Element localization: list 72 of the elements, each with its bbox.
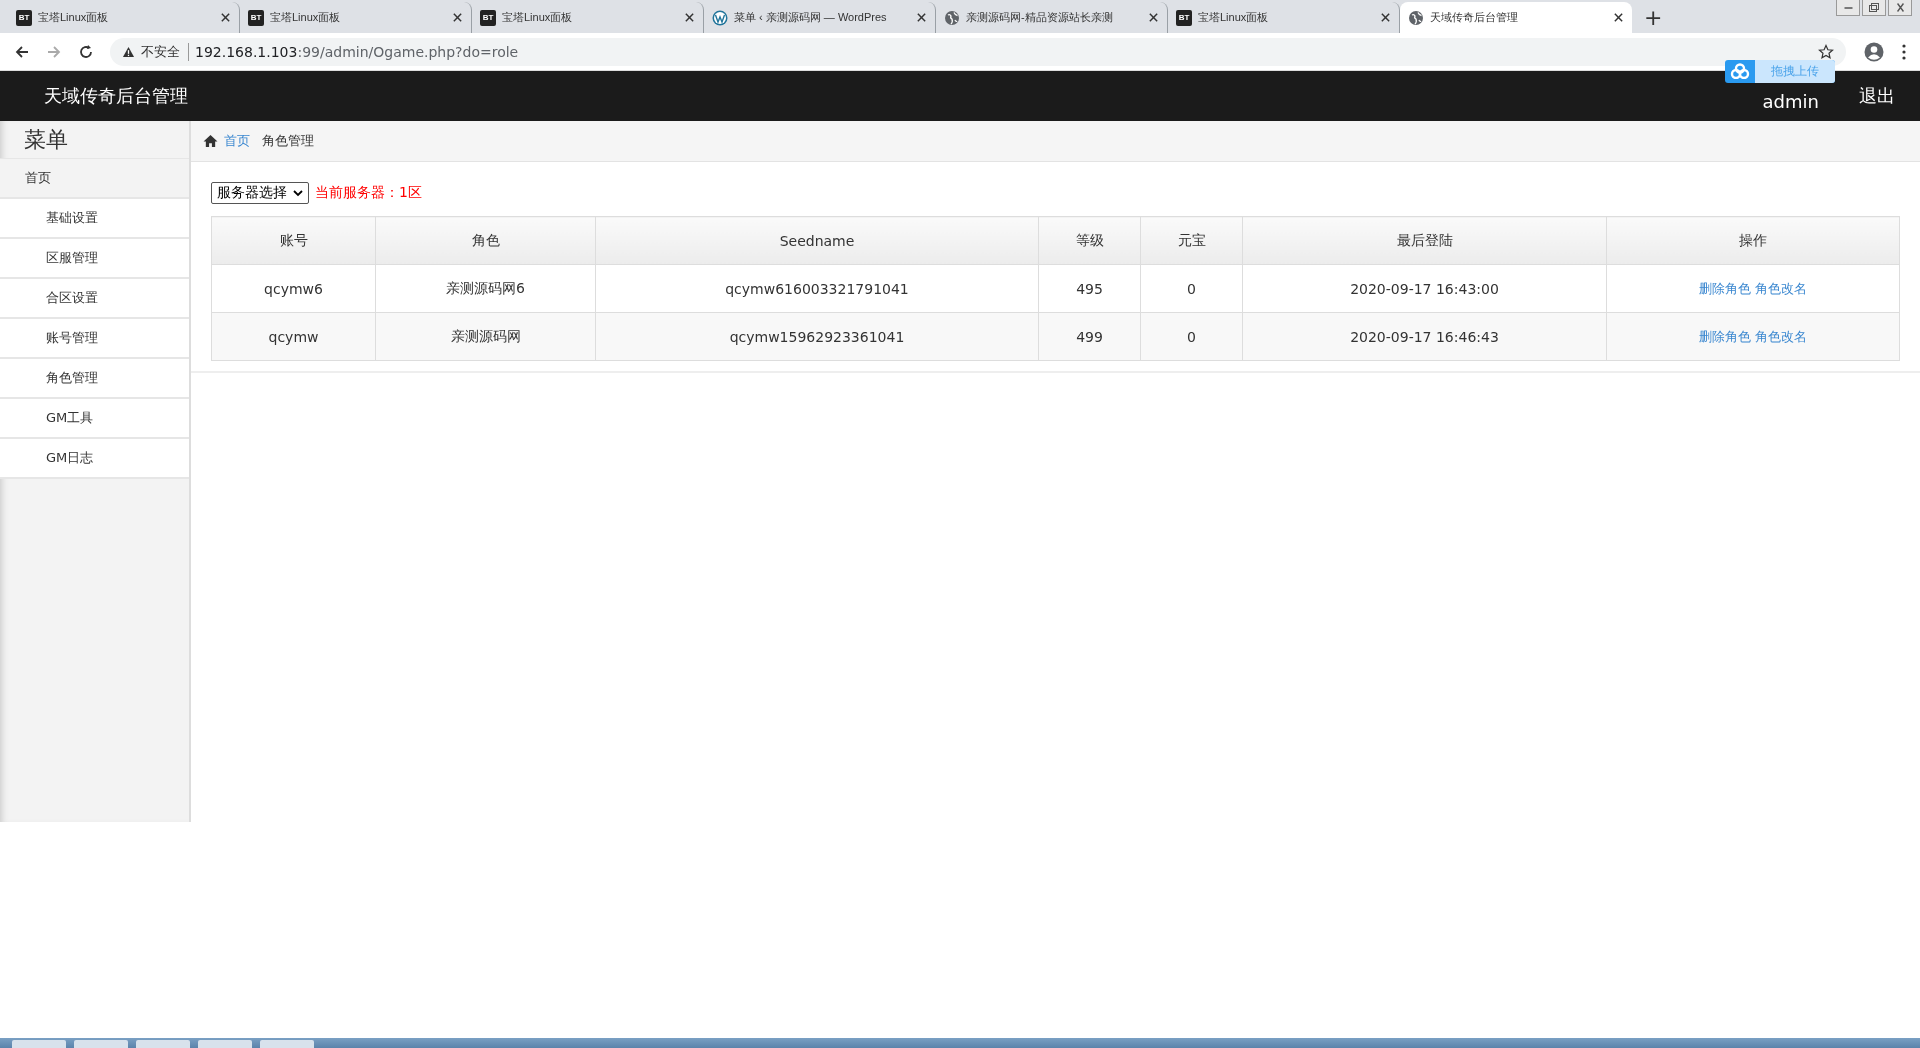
star-icon: [1818, 43, 1834, 60]
table-cell: 亲测源码网6: [375, 264, 596, 313]
table-cell: qcymw6: [211, 264, 376, 313]
table-cell: 495: [1038, 264, 1141, 313]
favicon-badge: BT: [1176, 9, 1192, 26]
action-link[interactable]: 角色改名: [1755, 280, 1807, 296]
address-field[interactable]: 不安全 192.168.1.103:99/admin/Ogame.php?do=role: [110, 37, 1846, 66]
wordpress-logo-icon: [712, 9, 728, 26]
close-icon: [220, 12, 231, 23]
site-title: 天域传奇后台管理: [44, 84, 188, 108]
sidebar-item[interactable]: 区服管理: [0, 239, 189, 279]
column-header: 角色: [375, 216, 596, 265]
action-link[interactable]: 角色改名: [1755, 328, 1807, 344]
breadcrumb-link[interactable]: 首页: [224, 132, 250, 150]
forward-icon[interactable]: [46, 43, 62, 60]
close-icon: [452, 12, 463, 23]
home-icon: [203, 134, 218, 148]
table-cell: qcymw: [211, 312, 376, 361]
minimize-icon: [1843, 6, 1853, 9]
caret-icon: [293, 189, 303, 197]
warning-icon: [122, 45, 135, 58]
table-cell: 2020-09-17 16:43:00: [1242, 264, 1607, 313]
sidebar-item[interactable]: 基础设置: [0, 199, 189, 239]
globe-icon: [944, 9, 960, 26]
restore-icon: [1869, 3, 1879, 12]
close-icon: [1896, 3, 1904, 12]
favicon-badge: BT: [248, 9, 264, 26]
restore-button[interactable]: [1862, 0, 1886, 16]
sidebar-item[interactable]: 账号管理: [0, 319, 189, 359]
table-cell: 0: [1140, 264, 1243, 313]
current-server-text: 当前服务器：1区: [315, 184, 422, 202]
column-header: 操作: [1606, 216, 1900, 265]
table-cell: 2020-09-17 16:46:43: [1242, 312, 1607, 361]
sidebar-item[interactable]: 合区设置: [0, 279, 189, 319]
close-icon: [1148, 12, 1159, 23]
favicon-badge: BT: [16, 9, 32, 26]
action-link[interactable]: 删除角色: [1699, 280, 1751, 296]
table-cell: 0: [1140, 312, 1243, 361]
column-header: Seedname: [595, 216, 1039, 265]
minimize-button[interactable]: [1836, 0, 1860, 16]
browser-tab[interactable]: 天域传奇后台管理: [1400, 2, 1632, 33]
column-header: 最后登陆: [1242, 216, 1607, 265]
logout-link[interactable]: 退出: [1859, 84, 1895, 108]
back-icon[interactable]: [14, 43, 30, 60]
close-icon: [916, 12, 927, 23]
close-icon: [1613, 12, 1624, 23]
reload-icon[interactable]: [78, 43, 94, 60]
favicon-badge: BT: [480, 9, 496, 26]
account-icon: [1864, 41, 1884, 62]
column-header: 账号: [211, 216, 376, 265]
action-link[interactable]: 删除角色: [1699, 328, 1751, 344]
table-cell: qcymw15962923361041: [595, 312, 1039, 361]
breadcrumb-current: 角色管理: [262, 132, 314, 150]
security-label: 不安全: [141, 42, 189, 61]
server-select[interactable]: 服务器选择: [211, 182, 309, 204]
more-menu-icon: [1902, 43, 1906, 60]
table-cell: 499: [1038, 312, 1141, 361]
sidebar-item[interactable]: GM日志: [0, 439, 189, 479]
table-cell: qcymw616003321791041: [595, 264, 1039, 313]
user-name: admin: [1762, 90, 1819, 112]
url-text: 192.168.1.103:99/admin/Ogame.php?do=role: [195, 43, 520, 60]
close-icon: [684, 12, 695, 23]
column-header: 元宝: [1140, 216, 1243, 265]
globe-icon: [1408, 9, 1424, 26]
cloud-icon: [1728, 63, 1751, 79]
new-tab-button[interactable]: +: [1632, 2, 1675, 33]
sidebar-item[interactable]: GM工具: [0, 399, 189, 439]
column-header: 等级: [1038, 216, 1141, 265]
close-button[interactable]: [1888, 0, 1912, 16]
sidebar-item[interactable]: 角色管理: [0, 359, 189, 399]
close-icon: [1380, 12, 1391, 23]
table-cell: 亲测源码网: [375, 312, 596, 361]
